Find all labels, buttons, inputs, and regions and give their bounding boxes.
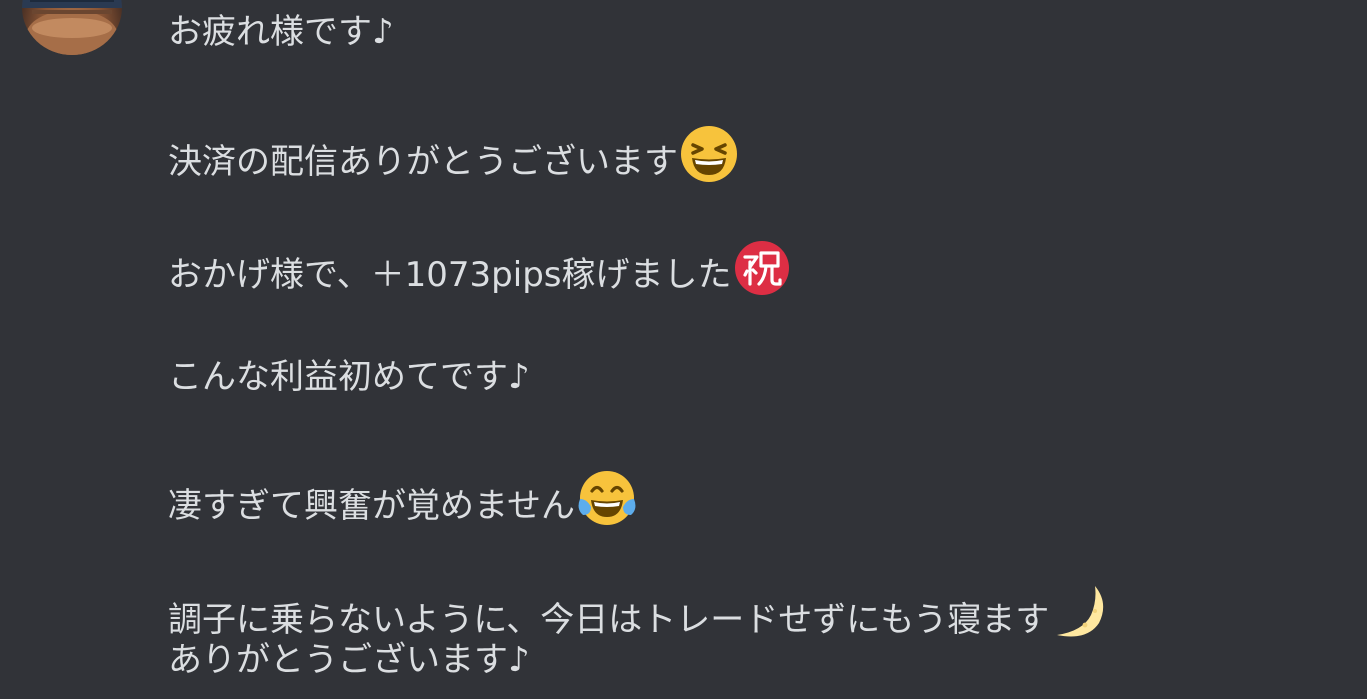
message-text: 決済の配信ありがとうございます — [168, 142, 678, 182]
message-text: おかげ様で、＋1073pips稼げました — [168, 255, 732, 295]
laughing-face-icon — [680, 125, 738, 195]
crescent-moon-icon — [1051, 583, 1109, 653]
message-text: ありがとうございます♪ — [168, 640, 530, 680]
tears-of-joy-face-icon — [577, 469, 637, 539]
message-line-3: おかげ様で、＋1073pips稼げました — [168, 240, 790, 295]
congratulations-ideograph-icon — [734, 240, 790, 308]
chat-area: お疲れ様です♪ 決済の配信ありがとうございます おかげ様で、＋1073pips稼… — [0, 0, 1367, 699]
message-line-6: 調子に乗らないように、今日はトレードせずにもう寝ます — [168, 583, 1109, 640]
message-text: こんな利益初めてです♪ — [168, 357, 530, 397]
message-line-1: お疲れ様です♪ — [168, 9, 394, 55]
message-line-4: こんな利益初めてです♪ — [168, 354, 530, 400]
message-text: お疲れ様です♪ — [168, 12, 394, 52]
message-line-7: ありがとうございます♪ — [168, 637, 530, 683]
message-line-5: 凄すぎて興奮が覚めません — [168, 469, 637, 526]
message-text: 調子に乗らないように、今日はトレードせずにもう寝ます — [168, 600, 1050, 640]
avatar[interactable] — [22, 0, 122, 55]
message-line-2: 決済の配信ありがとうございます — [168, 125, 738, 182]
message-text: 凄すぎて興奮が覚めません — [168, 486, 575, 526]
